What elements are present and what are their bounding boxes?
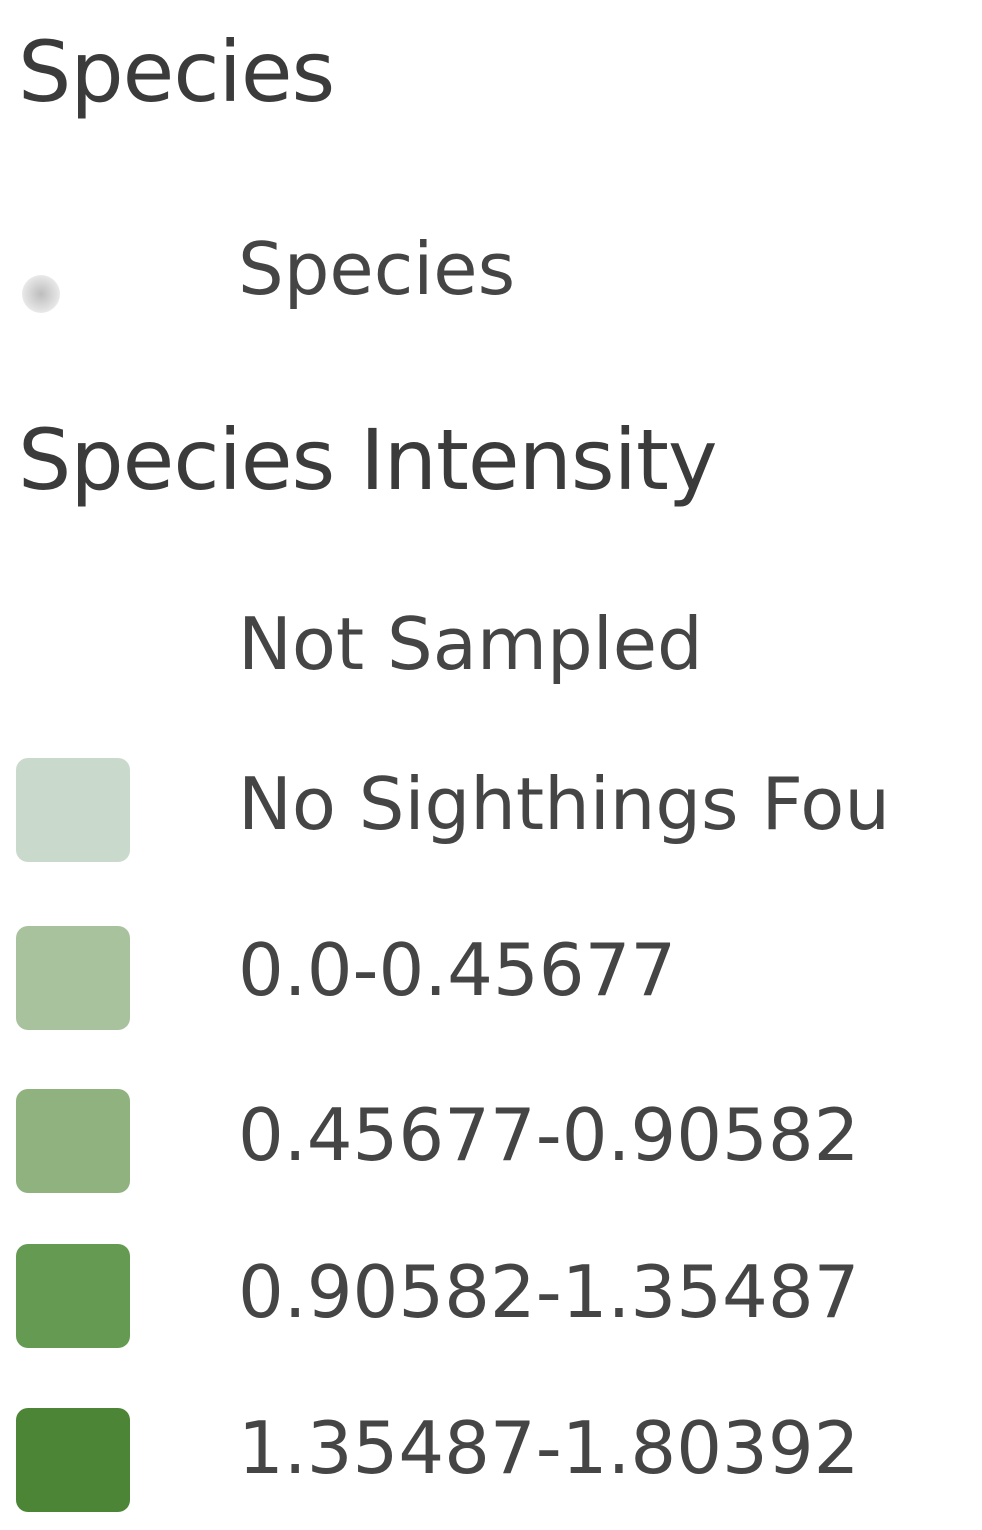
legend-item-label: No Sighthings Fou bbox=[238, 762, 890, 846]
legend-item-species: Species bbox=[0, 215, 982, 345]
legend-swatch bbox=[16, 1408, 130, 1512]
legend-item-label: 0.45677-0.90582 bbox=[238, 1093, 860, 1177]
legend-item-label: Not Sampled bbox=[238, 602, 703, 686]
legend-item-range-3: 0.90582-1.35487 bbox=[0, 1240, 982, 1370]
legend-item-label: 1.35487-1.80392 bbox=[238, 1406, 860, 1490]
legend-item-label: 0.90582-1.35487 bbox=[238, 1250, 860, 1334]
legend-item-range-1: 0.0-0.45677 bbox=[0, 920, 982, 1050]
legend-item-no-sightings: No Sighthings Fou bbox=[0, 750, 982, 880]
legend-item-label: 0.0-0.45677 bbox=[238, 928, 677, 1012]
legend-swatch bbox=[16, 758, 130, 862]
legend-group-title-species-intensity: Species Intensity bbox=[18, 411, 718, 509]
legend-swatch bbox=[16, 1244, 130, 1348]
legend-group-title-species: Species bbox=[18, 23, 335, 121]
map-legend: Species Species Species Intensity Not Sa… bbox=[0, 0, 982, 1512]
legend-item-label: Species bbox=[238, 227, 516, 311]
legend-item-not-sampled: Not Sampled bbox=[0, 590, 982, 720]
legend-swatch bbox=[16, 926, 130, 1030]
point-symbol-icon bbox=[22, 275, 60, 313]
legend-swatch bbox=[16, 600, 130, 704]
legend-item-range-2: 0.45677-0.90582 bbox=[0, 1085, 982, 1215]
legend-swatch bbox=[16, 1089, 130, 1193]
legend-item-range-4: 1.35487-1.80392 bbox=[0, 1400, 982, 1530]
